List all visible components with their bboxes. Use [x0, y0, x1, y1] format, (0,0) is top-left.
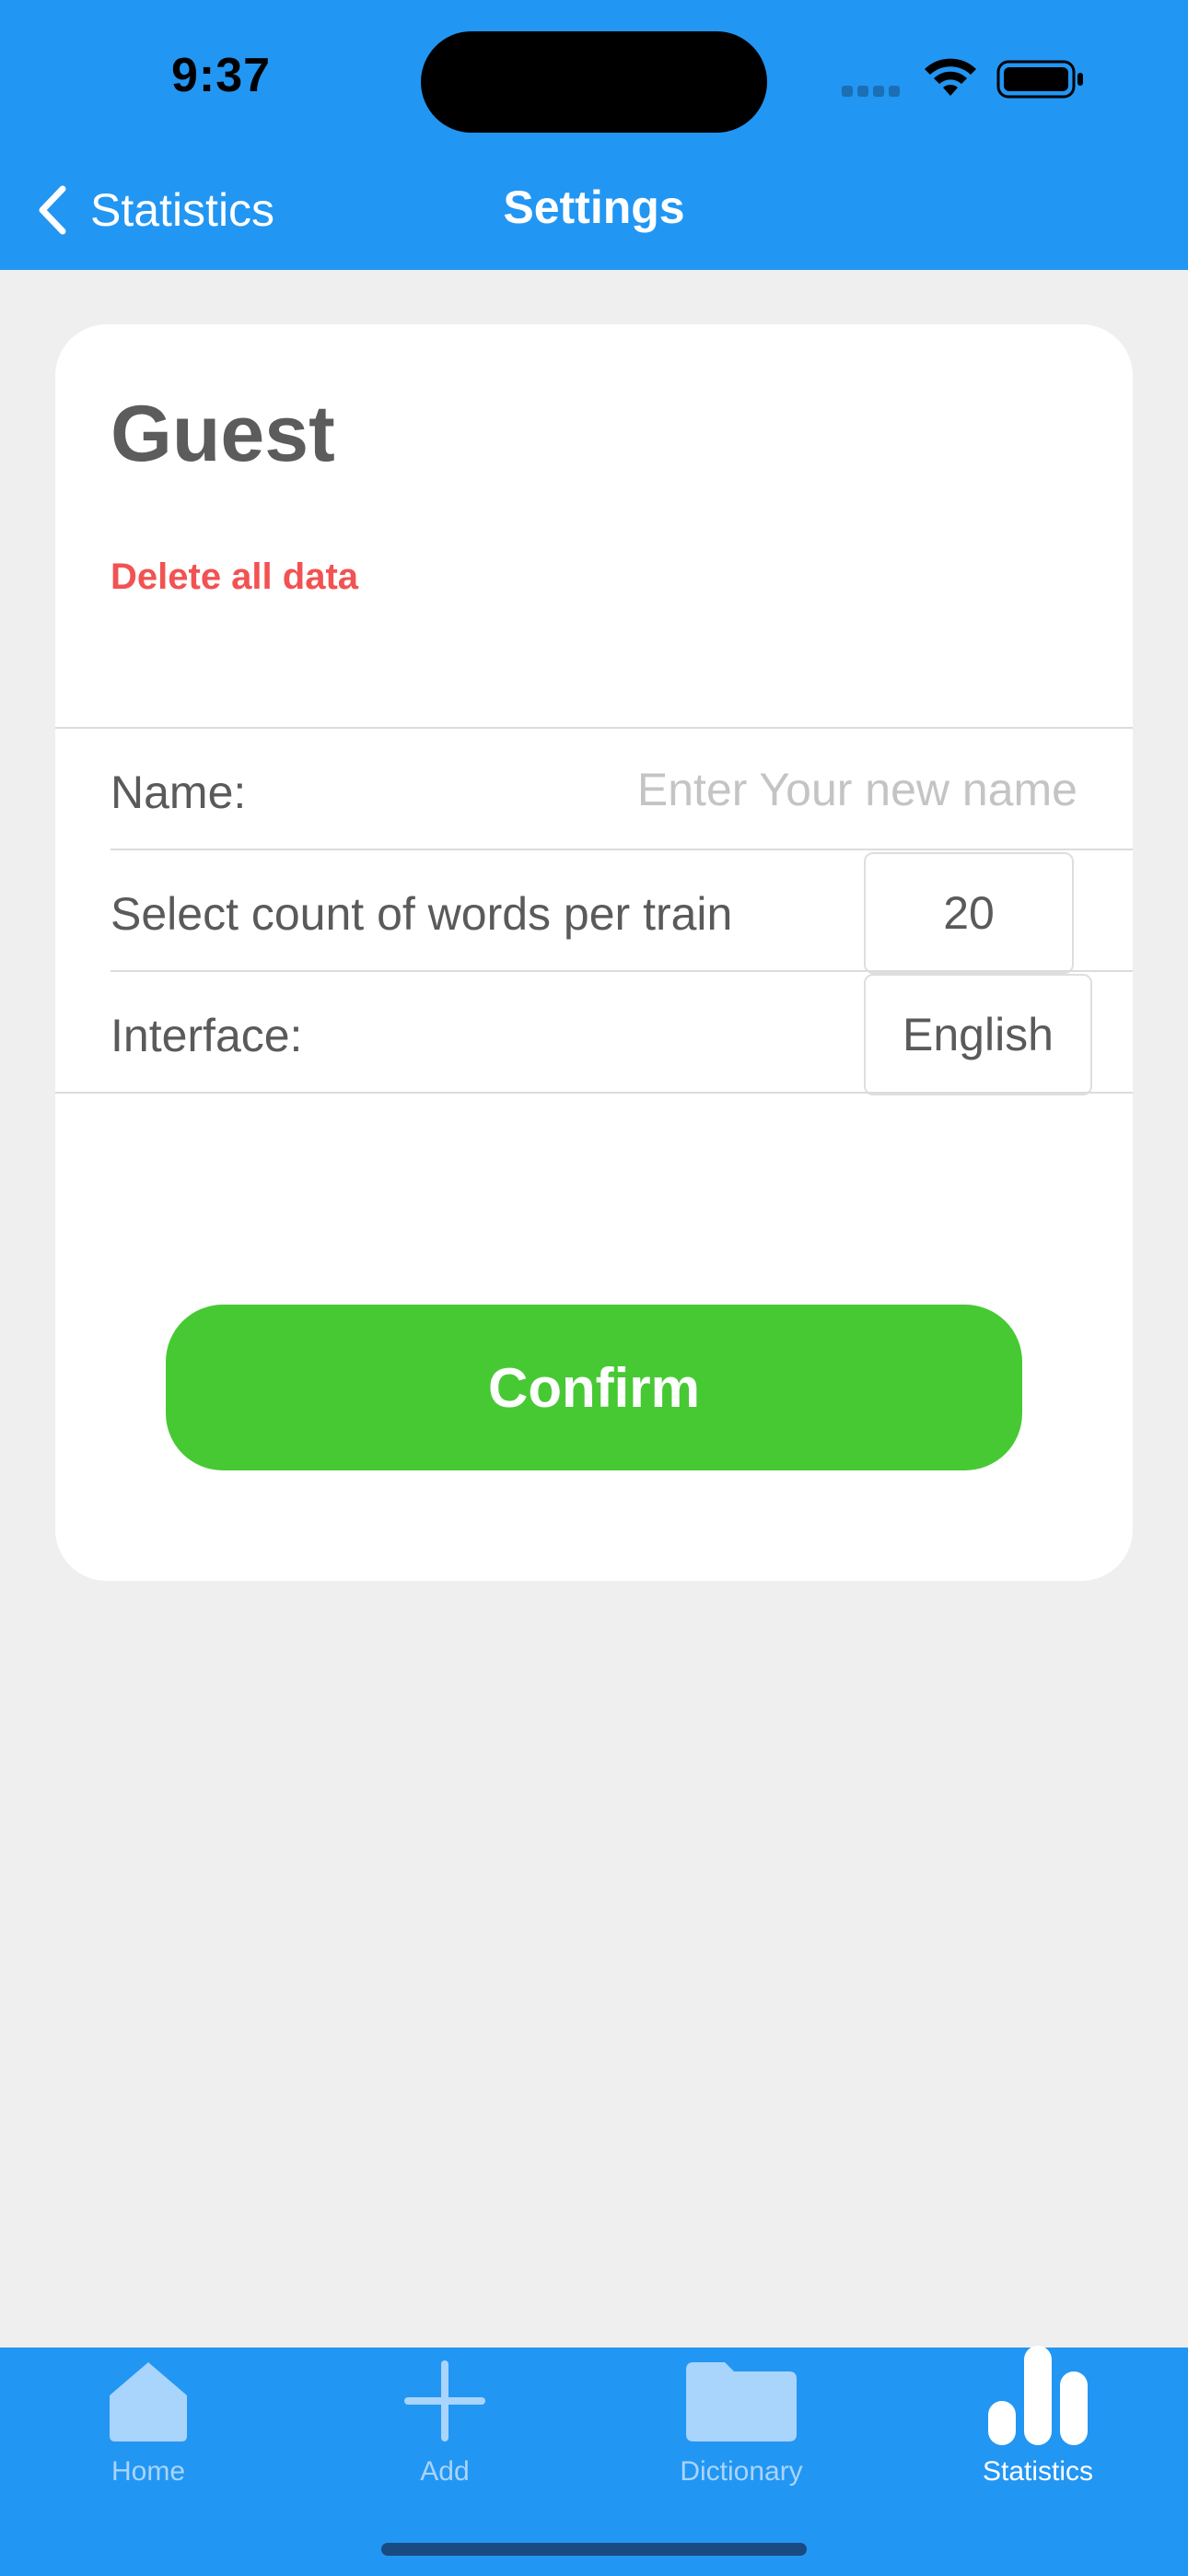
home-icon [110, 2362, 187, 2441]
divider [55, 1092, 1133, 1094]
tab-add-label: Add [420, 2456, 470, 2487]
dynamic-island [421, 31, 767, 133]
interface-language-picker[interactable]: English [864, 974, 1092, 1095]
cellular-signal-icon [842, 85, 906, 98]
navigation-header: 9:37 Statistics Settings [0, 0, 1188, 270]
delete-all-data-button[interactable]: Delete all data [111, 556, 358, 598]
name-row: Name: [55, 729, 1133, 850]
words-per-train-label: Select count of words per train [111, 888, 733, 940]
words-count-picker[interactable]: 20 [864, 852, 1074, 974]
plus-icon [404, 2360, 485, 2441]
user-name: Guest [111, 390, 335, 478]
name-input[interactable] [562, 755, 1077, 825]
chevron-left-icon [39, 185, 66, 235]
back-button-label: Statistics [90, 184, 275, 236]
folder-icon [686, 2362, 797, 2441]
confirm-button[interactable]: Confirm [166, 1305, 1022, 1470]
page-title: Settings [503, 181, 685, 233]
bar-chart-icon [988, 2346, 1088, 2445]
tab-dictionary[interactable]: Dictionary [593, 2348, 890, 2487]
tab-statistics[interactable]: Statistics [890, 2346, 1186, 2487]
wifi-icon [925, 58, 976, 96]
settings-card: Guest Delete all data Name: Select count… [55, 324, 1133, 1581]
interface-row: Interface: English [55, 972, 1133, 1095]
tab-home[interactable]: Home [0, 2348, 297, 2487]
words-per-train-row: Select count of words per train 20 [55, 850, 1133, 974]
battery-icon [996, 60, 1083, 99]
tab-add[interactable]: Add [297, 2348, 593, 2487]
home-indicator [381, 2543, 807, 2556]
tab-statistics-label: Statistics [982, 2456, 1094, 2487]
tab-dictionary-label: Dictionary [680, 2456, 803, 2487]
back-button[interactable]: Statistics [33, 181, 274, 240]
tab-bar: Home Add Dictionary Statistics [0, 2346, 1188, 2576]
name-label: Name: [111, 767, 247, 818]
tab-home-label: Home [111, 2456, 186, 2487]
status-time: 9:37 [171, 49, 272, 102]
interface-label: Interface: [111, 1010, 303, 1061]
